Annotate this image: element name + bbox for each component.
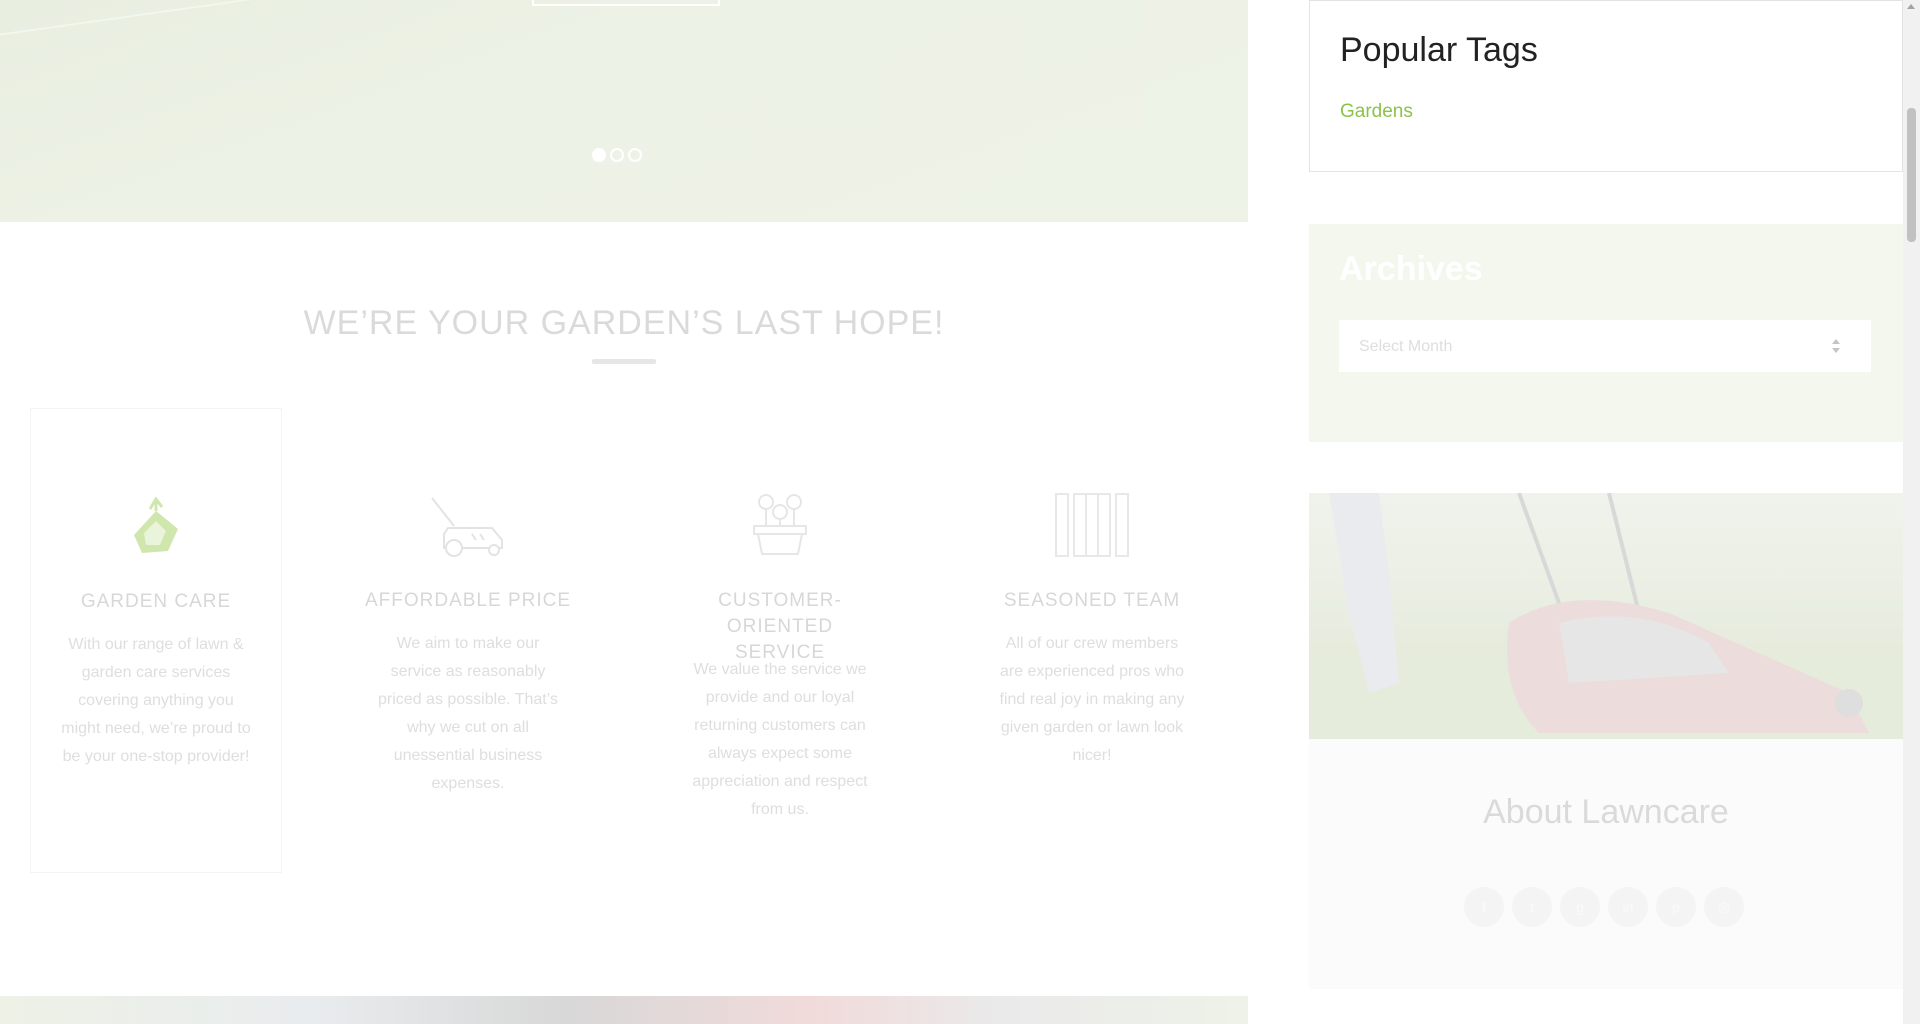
- fence-icon: [1055, 493, 1129, 557]
- select-arrows-icon: [1832, 339, 1840, 353]
- lawn-mower-icon: [431, 497, 503, 557]
- scroll-up-arrow-icon[interactable]: [1907, 4, 1915, 9]
- widget-title: Archives: [1339, 250, 1483, 288]
- sidebar: Popular Tags Gardens Archives Select Mon…: [1309, 0, 1903, 1024]
- feature-title: GARDEN CARE: [80, 591, 232, 612]
- social-links: f t g in p ◎: [1464, 887, 1744, 927]
- pinterest-icon[interactable]: p: [1656, 887, 1696, 927]
- garden-care-icon: [134, 496, 178, 553]
- linkedin-icon[interactable]: in: [1608, 887, 1648, 927]
- scrollbar-thumb[interactable]: [1907, 108, 1916, 242]
- slider-dot-2[interactable]: [610, 148, 624, 162]
- feature-title: AFFORDABLE PRICE: [364, 590, 572, 611]
- slider-dot-3[interactable]: [628, 148, 642, 162]
- popular-tags-widget: Popular Tags Gardens: [1309, 0, 1903, 172]
- feature-seasoned-team: SEASONED TEAM All of our crew members ar…: [966, 408, 1218, 873]
- facebook-icon[interactable]: f: [1464, 887, 1504, 927]
- instagram-icon[interactable]: ◎: [1704, 887, 1744, 927]
- feature-text: With our range of lawn & garden care ser…: [61, 636, 251, 765]
- flower-pot-icon: [753, 494, 807, 555]
- page-scrollbar[interactable]: [1903, 0, 1920, 1024]
- main-content: WE’RE YOUR GARDEN’S LAST HOPE! GARDEN CA…: [0, 0, 1248, 1024]
- tag-link-gardens[interactable]: Gardens: [1340, 101, 1413, 123]
- next-section-image: [0, 996, 1248, 1024]
- feature-text: We aim to make our service as reasonably…: [378, 635, 558, 792]
- feature-customer-oriented-service: CUSTOMER-ORIENTED SERVICE We value the s…: [654, 408, 906, 873]
- archives-widget: Archives Select Month: [1309, 224, 1903, 442]
- feature-title: SEASONED TEAM: [1003, 590, 1181, 611]
- slider-dot-1[interactable]: [592, 148, 606, 162]
- about-title: About Lawncare: [1483, 793, 1729, 831]
- hero-cta-button[interactable]: [532, 0, 720, 6]
- feature-text: All of our crew members are experienced …: [999, 635, 1185, 764]
- twitter-icon[interactable]: t: [1512, 887, 1552, 927]
- feature-affordable-price: AFFORDABLE PRICE We aim to make our serv…: [342, 408, 594, 873]
- feature-text: We value the service we provide and our …: [692, 661, 868, 818]
- section-headline: WE’RE YOUR GARDEN’S LAST HOPE!: [303, 304, 945, 342]
- hero-background-texture: [0, 0, 363, 99]
- about-lawnmower-image: [1309, 493, 1903, 739]
- feature-garden-care: GARDEN CARE With our range of lawn & gar…: [30, 408, 282, 873]
- archives-month-select[interactable]: Select Month: [1339, 320, 1871, 372]
- google-plus-icon[interactable]: g: [1560, 887, 1600, 927]
- widget-title: Popular Tags: [1340, 31, 1538, 69]
- hero-slider: [0, 0, 1248, 222]
- about-widget: About Lawncare f t g in p ◎: [1309, 493, 1903, 989]
- select-placeholder: Select Month: [1359, 338, 1453, 355]
- headline-underline: [592, 359, 656, 364]
- feature-title: CUSTOMER-ORIENTED SERVICE: [718, 590, 842, 663]
- slider-pagination: [592, 148, 642, 162]
- lawnmower-illustration: [1309, 493, 1903, 739]
- features-grid: GARDEN CARE With our range of lawn & gar…: [30, 408, 1220, 873]
